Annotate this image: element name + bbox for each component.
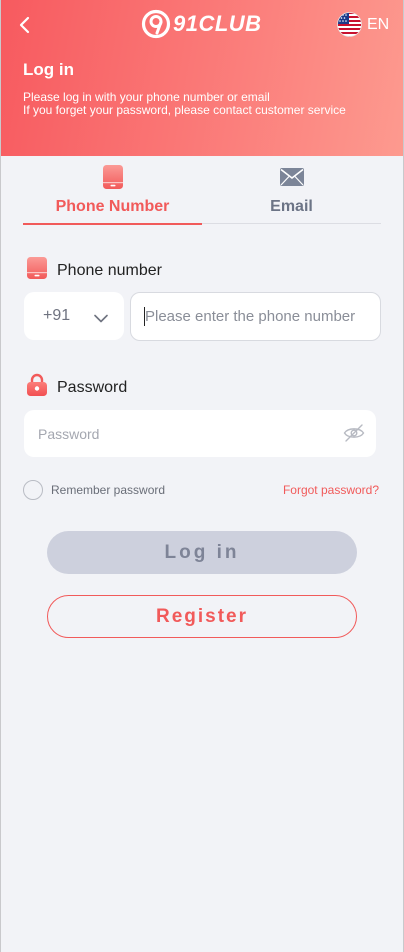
language-selector[interactable]: EN (337, 12, 389, 37)
remember-label: Remember password (51, 483, 166, 497)
country-code-value: +91 (43, 307, 71, 324)
remember-checkbox[interactable] (23, 480, 43, 500)
page-subtitle: Please log in with your phone number or … (23, 91, 346, 117)
chevron-down-icon (94, 310, 108, 328)
brand-name: 91CLUB (173, 11, 262, 36)
phone-number-input[interactable] (130, 292, 381, 341)
back-icon[interactable] (15, 14, 37, 36)
language-label: EN (367, 15, 390, 33)
tab-label: Phone Number (55, 198, 170, 215)
eye-closed-icon[interactable] (343, 423, 365, 448)
subtitle-line: If you forget your password, please cont… (23, 103, 346, 117)
phone-icon (102, 164, 124, 195)
us-flag-icon (337, 12, 362, 37)
tab-label: Email (270, 198, 313, 215)
phone-label-text: Phone number (57, 261, 162, 279)
login-screen: 91CLUB EN Log in Please log in with your… (1, 0, 403, 952)
email-icon (279, 167, 305, 192)
login-button[interactable]: Log in (47, 531, 357, 574)
page-title: Log in (23, 60, 74, 79)
remember-password[interactable]: Remember password (23, 480, 165, 500)
active-tab-indicator (23, 223, 202, 225)
password-field-label: Password (26, 373, 127, 402)
register-button[interactable]: Register (47, 595, 357, 638)
tab-email[interactable]: Email (202, 162, 381, 224)
password-input[interactable] (24, 410, 376, 457)
phone-icon (26, 256, 48, 285)
brand-logo: 91CLUB (141, 8, 262, 40)
tab-phone-number[interactable]: Phone Number (23, 162, 202, 225)
login-method-tabs: Phone Number Email (23, 162, 381, 225)
text-cursor (144, 307, 145, 326)
logo-mark-icon (141, 9, 171, 39)
phone-field-label: Phone number (26, 256, 162, 285)
password-label-text: Password (57, 378, 128, 396)
country-code-select[interactable]: +91 (24, 292, 124, 340)
lock-icon (26, 373, 48, 402)
forgot-password-link[interactable]: Forgot password? (283, 483, 379, 497)
header: 91CLUB EN Log in Please log in with your… (1, 0, 403, 156)
